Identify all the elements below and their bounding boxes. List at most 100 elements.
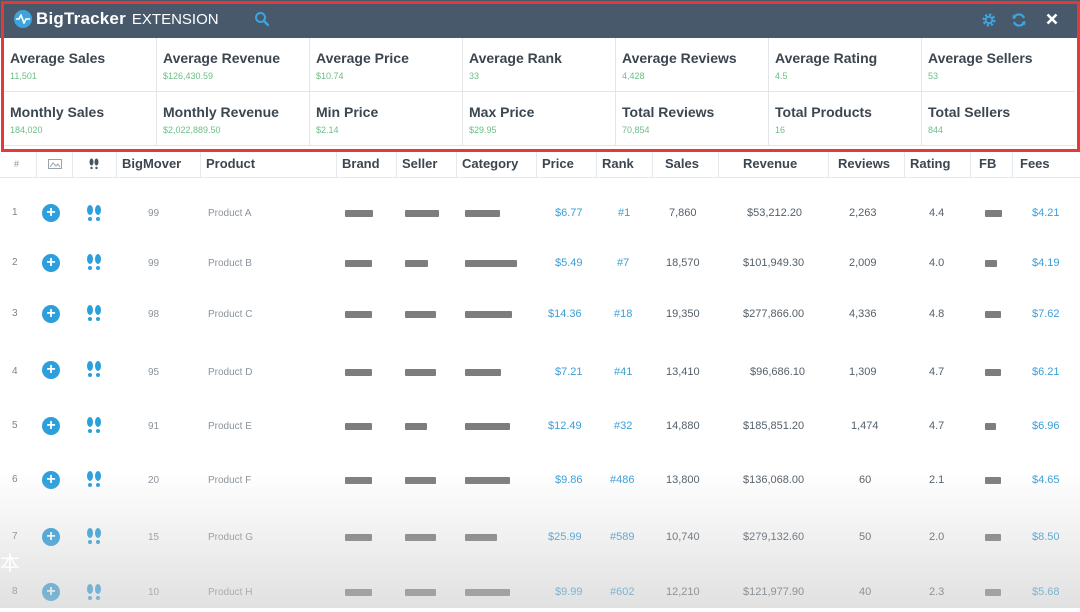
footprint-icon[interactable] bbox=[84, 203, 104, 223]
column-header-seller[interactable]: Seller bbox=[396, 151, 456, 177]
footprint-icon[interactable] bbox=[84, 415, 104, 435]
bigmover-score: 99 bbox=[148, 208, 160, 219]
refresh-icon[interactable] bbox=[1011, 12, 1027, 28]
rating-value: 2.3 bbox=[929, 586, 945, 598]
column-header-sales[interactable]: Sales bbox=[652, 151, 718, 177]
category-redacted bbox=[465, 589, 510, 596]
table-row[interactable]: 2 + 99 Product B $5.49 #7 18,570 $101,94… bbox=[0, 243, 1080, 283]
sales-value: 19,350 bbox=[666, 308, 700, 320]
column-header-image[interactable] bbox=[36, 151, 72, 177]
table-row[interactable]: 7 + 15 Product G $25.99 #589 10,740 $279… bbox=[0, 517, 1080, 557]
rank-value[interactable]: #41 bbox=[614, 366, 632, 378]
add-product-button[interactable]: + bbox=[42, 528, 60, 546]
column-header-track[interactable] bbox=[72, 151, 116, 177]
row-index: 1 bbox=[12, 207, 18, 218]
metric-average-price: Average Price $10.74 bbox=[310, 38, 463, 92]
rating-value: 2.1 bbox=[929, 474, 945, 486]
brand-subtitle: EXTENSION bbox=[131, 10, 219, 28]
column-header-product[interactable]: Product bbox=[200, 151, 336, 177]
metric-label: Average Sales bbox=[10, 50, 106, 66]
footprint-icon[interactable] bbox=[84, 526, 104, 546]
add-product-button[interactable]: + bbox=[42, 204, 60, 222]
brand-redacted bbox=[345, 589, 372, 596]
column-header-index[interactable]: # bbox=[0, 151, 36, 177]
column-header-rating[interactable]: Rating bbox=[904, 151, 970, 177]
table-row[interactable]: 6 + 20 Product F $9.86 #486 13,800 $136,… bbox=[0, 460, 1080, 500]
fb-redacted bbox=[985, 423, 996, 430]
column-header-fees[interactable]: Fees bbox=[1012, 151, 1080, 177]
fb-redacted bbox=[985, 260, 997, 267]
column-header-fb[interactable]: FB bbox=[970, 151, 1012, 177]
price-value: $6.77 bbox=[555, 207, 583, 219]
rank-value[interactable]: #18 bbox=[614, 308, 632, 320]
product-name[interactable]: Product E bbox=[208, 421, 252, 432]
product-name[interactable]: Product F bbox=[208, 475, 251, 486]
fb-redacted bbox=[985, 311, 1001, 318]
reviews-value: 1,474 bbox=[851, 420, 879, 432]
close-icon[interactable] bbox=[1045, 12, 1061, 28]
sales-value: 18,570 bbox=[666, 257, 700, 269]
add-product-button[interactable]: + bbox=[42, 471, 60, 489]
column-header-reviews[interactable]: Reviews bbox=[828, 151, 904, 177]
rank-value[interactable]: #589 bbox=[610, 531, 634, 543]
rank-value[interactable]: #32 bbox=[614, 420, 632, 432]
metric-label: Average Rating bbox=[775, 50, 878, 66]
add-product-button[interactable]: + bbox=[42, 305, 60, 323]
footprint-icon[interactable] bbox=[84, 252, 104, 272]
revenue-value: $185,851.20 bbox=[743, 420, 805, 432]
reviews-value: 60 bbox=[859, 474, 872, 486]
table-row[interactable]: 8 + 10 Product H $9.99 #602 12,210 $121,… bbox=[0, 572, 1080, 612]
rank-value[interactable]: #1 bbox=[618, 207, 630, 219]
rank-value[interactable]: #602 bbox=[610, 586, 634, 598]
rank-value[interactable]: #7 bbox=[617, 257, 629, 269]
category-redacted bbox=[465, 369, 501, 376]
revenue-value: $101,949.30 bbox=[743, 257, 805, 269]
gear-icon[interactable] bbox=[981, 12, 997, 28]
column-header-brand[interactable]: Brand bbox=[336, 151, 396, 177]
row-index: 5 bbox=[12, 420, 18, 431]
metric-value: $2,022,889.50 bbox=[163, 125, 221, 135]
search-icon[interactable] bbox=[254, 11, 272, 29]
rating-value: 4.7 bbox=[929, 420, 945, 432]
column-header-price[interactable]: Price bbox=[536, 151, 596, 177]
price-value: $14.36 bbox=[548, 308, 582, 320]
footprint-icon[interactable] bbox=[84, 582, 104, 602]
footprint-icon[interactable] bbox=[84, 359, 104, 379]
metric-label: Max Price bbox=[469, 104, 535, 120]
product-name[interactable]: Product G bbox=[208, 532, 253, 543]
brand-redacted bbox=[345, 369, 372, 376]
revenue-value: $96,686.10 bbox=[750, 366, 806, 378]
brand-redacted bbox=[345, 477, 372, 484]
category-redacted bbox=[465, 534, 497, 541]
product-name[interactable]: Product B bbox=[208, 258, 252, 269]
brand-logo: BigTracker EXTENSION bbox=[14, 9, 219, 29]
table-row[interactable]: 3 + 98 Product C $14.36 #18 19,350 $277,… bbox=[0, 294, 1080, 334]
price-value: $7.21 bbox=[555, 366, 583, 378]
metric-value: 4,428 bbox=[622, 71, 645, 81]
brand-name: BigTracker bbox=[36, 9, 126, 28]
table-row[interactable]: 4 + 95 Product D $7.21 #41 13,410 $96,68… bbox=[0, 352, 1080, 392]
table-row[interactable]: 5 + 91 Product E $12.49 #32 14,880 $185,… bbox=[0, 406, 1080, 446]
product-name[interactable]: Product D bbox=[208, 367, 252, 378]
column-header-bigmover[interactable]: BigMover bbox=[116, 151, 200, 177]
add-product-button[interactable]: + bbox=[42, 417, 60, 435]
column-header-rank[interactable]: Rank bbox=[596, 151, 652, 177]
add-product-button[interactable]: + bbox=[42, 254, 60, 272]
add-product-button[interactable]: + bbox=[42, 361, 60, 379]
product-name[interactable]: Product C bbox=[208, 309, 252, 320]
fb-redacted bbox=[985, 477, 1001, 484]
column-header-category[interactable]: Category bbox=[456, 151, 536, 177]
footprint-icon[interactable] bbox=[84, 303, 104, 323]
product-name[interactable]: Product A bbox=[208, 208, 251, 219]
row-index: 4 bbox=[12, 366, 18, 377]
footprint-icon[interactable] bbox=[84, 469, 104, 489]
product-name[interactable]: Product H bbox=[208, 587, 252, 598]
add-product-button[interactable]: + bbox=[42, 583, 60, 601]
column-header-revenue[interactable]: Revenue bbox=[718, 151, 828, 177]
fb-redacted bbox=[985, 369, 1001, 376]
table-row[interactable]: 1 + 99 Product A $6.77 #1 7,860 $53,212.… bbox=[0, 193, 1080, 233]
metric-value: $10.74 bbox=[316, 71, 344, 81]
bigmover-score: 15 bbox=[148, 532, 160, 543]
rank-value[interactable]: #486 bbox=[610, 474, 634, 486]
seller-redacted bbox=[405, 210, 439, 217]
